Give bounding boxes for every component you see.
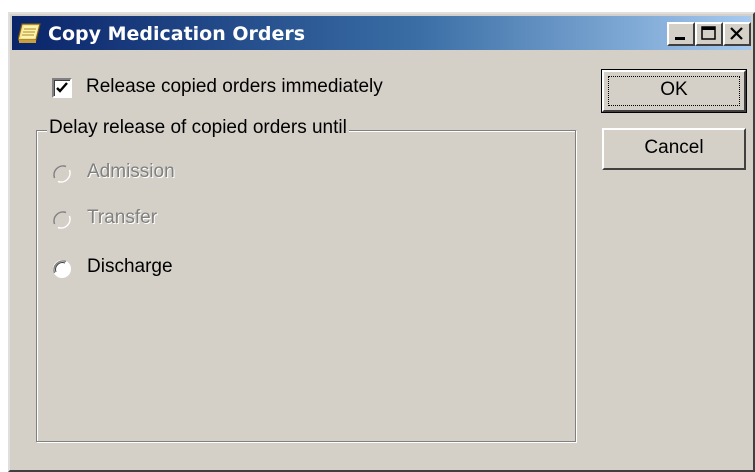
- title-bar[interactable]: Copy Medication Orders: [12, 16, 751, 50]
- minimize-icon: [675, 37, 685, 40]
- copy-medication-orders-dialog: Copy Medication Orders Release copied or…: [8, 12, 755, 472]
- cancel-button-label: Cancel: [644, 137, 704, 158]
- radio-transfer-label: Transfer: [87, 207, 158, 228]
- minimize-button[interactable]: [667, 22, 695, 46]
- notepad-icon: [17, 22, 42, 44]
- release-immediately-checkbox[interactable]: [52, 78, 72, 98]
- radio-transfer-button[interactable]: [51, 209, 73, 231]
- ok-button[interactable]: OK: [601, 69, 747, 113]
- window-title: Copy Medication Orders: [48, 23, 306, 45]
- focus-rectangle: [608, 76, 740, 106]
- cancel-button[interactable]: Cancel: [602, 128, 746, 170]
- delay-release-legend: Delay release of copied orders until: [47, 117, 349, 139]
- release-immediately-label: Release copied orders immediately: [86, 76, 383, 97]
- close-icon: [730, 27, 743, 40]
- radio-admission-button[interactable]: [51, 163, 73, 185]
- maximize-button[interactable]: [695, 22, 723, 46]
- checkmark-icon: [56, 82, 68, 93]
- close-button[interactable]: [723, 22, 751, 46]
- radio-discharge-button[interactable]: [51, 258, 73, 280]
- maximize-icon: [701, 26, 716, 40]
- delay-release-group: Delay release of copied orders until Adm…: [36, 117, 576, 442]
- radio-discharge-label: Discharge: [87, 256, 173, 277]
- radio-admission-label: Admission: [87, 161, 175, 182]
